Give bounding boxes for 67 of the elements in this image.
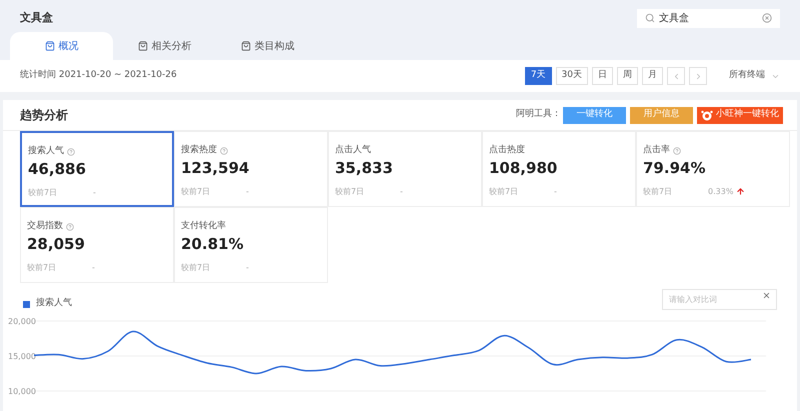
date-range: 统计时间 2021-10-20 ~ 2021-10-26 [20,69,178,82]
bag-icon [240,41,250,51]
change-value: - [400,186,403,198]
bag-icon [44,41,54,51]
page-title: 文具盒 [20,10,53,26]
help-icon[interactable] [66,222,74,231]
search-field[interactable]: 文具盒 [637,8,780,28]
help-icon[interactable] [673,146,681,155]
period-button[interactable]: 30天 [556,67,588,85]
change-value: - [554,186,557,198]
y-tick-label: 15,000 [8,352,36,361]
metric-card[interactable]: 点击热度 108,980 较前7日 - [482,131,636,207]
compare-label: 较前7日 [27,262,58,274]
compare-label: 较前7日 [335,186,366,198]
period-button[interactable]: 7天 [524,67,552,85]
metric-value: 35,833 [335,158,394,178]
metric-card[interactable]: 点击率 79.94% 较前7日 0.33% [636,131,790,207]
help-icon[interactable] [67,148,75,156]
metric-value: 108,980 [489,158,558,178]
prev-button[interactable] [667,67,685,85]
change-value: - [92,262,95,274]
metric-label: 点击热度 [489,144,525,157]
metric-value: 79.94% [643,158,706,178]
y-tick-label: 20,000 [8,317,36,326]
tab[interactable]: 类目构成 [216,32,319,60]
compare-label: 较前7日 [489,186,520,198]
mascot-icon [701,110,713,120]
section-title: 趋势分析 [20,107,69,124]
compare-label: 较前7日 [181,186,212,198]
change-value: 0.33% [708,186,734,198]
next-button[interactable] [689,67,707,85]
period-button[interactable]: 日 [592,67,613,85]
change-value: - [246,262,249,274]
metric-label: 点击率 [643,144,670,157]
terminal-dropdown[interactable]: 所有终端 [729,69,780,83]
metric-value: 46,886 [28,158,87,178]
compare-label: 较前7日 [181,262,212,274]
change-value: - [246,186,249,198]
metric-card[interactable]: 点击人气 35,833 较前7日 - [328,131,482,207]
compare-field[interactable]: 请输入对比词 [662,288,777,310]
clear-icon[interactable] [762,13,772,23]
bag-icon [138,41,148,51]
metric-label: 点击人气 [335,144,371,157]
tab[interactable]: 概况 [10,32,113,60]
help-icon[interactable] [220,146,228,155]
tab[interactable]: 相关分析 [113,32,216,60]
metric-card[interactable]: 支付转化率 20.81% 较前7日 - [174,207,328,283]
metric-card[interactable]: 搜索人气 46,886 较前7日 - [20,131,174,207]
close-icon[interactable] [762,290,771,300]
metric-card[interactable]: 交易指数 28,059 较前7日 - [20,207,174,283]
legend-label: 搜索人气 [36,297,72,310]
metric-value: 20.81% [181,234,244,254]
period-button[interactable]: 周 [617,67,638,85]
metric-value: 28,059 [27,234,86,254]
period-button[interactable]: 月 [642,67,663,85]
metric-label: 搜索人气 [28,145,64,158]
search-icon [645,13,655,23]
metric-value: 123,594 [181,158,250,178]
compare-label: 较前7日 [643,186,674,198]
metric-label: 支付转化率 [181,220,226,233]
metric-label: 搜索热度 [181,144,217,157]
metric-card[interactable]: 搜索热度 123,594 较前7日 - [174,131,328,207]
metric-label: 交易指数 [27,220,63,233]
compare-label: 较前7日 [28,186,58,198]
y-tick-label: 10,000 [8,387,36,396]
tools-label: 阿明工具： [516,108,561,122]
change-value: - [93,186,96,198]
